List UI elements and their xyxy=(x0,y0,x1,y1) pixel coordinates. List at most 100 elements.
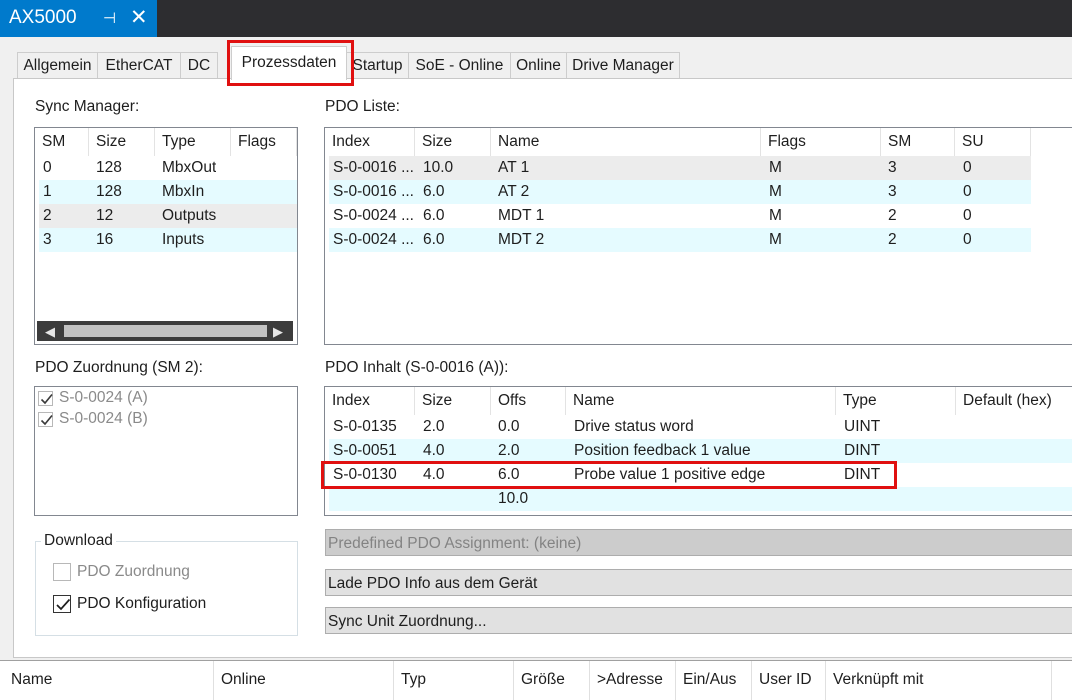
column-header-default-hex[interactable]: Default (hex) xyxy=(956,387,1072,415)
column-header-ein-aus[interactable]: Ein/Aus xyxy=(676,661,752,700)
download-pdo-zuordnung-checkbox[interactable] xyxy=(53,563,71,581)
column-header-type[interactable]: Type xyxy=(155,128,231,156)
column-header-name[interactable]: Name xyxy=(4,661,214,700)
cell-size: 6.0 xyxy=(423,207,445,224)
download-group-label: Download xyxy=(41,532,116,550)
column-header-typ[interactable]: Typ xyxy=(394,661,514,700)
cell-index: S-0-0016 ... xyxy=(333,159,414,176)
sync-manager-header: SM Size Type Flags xyxy=(35,128,297,156)
variables-grid-header: Name Online Typ Größe >Adresse Ein/Aus U… xyxy=(0,660,1072,700)
table-row[interactable]: S-0-0024 ... 6.0 MDT 1 M 2 0 xyxy=(329,204,1031,228)
tab-drive-manager[interactable]: Drive Manager xyxy=(566,52,680,78)
column-header-sm[interactable]: SM xyxy=(881,128,955,156)
horizontal-scrollbar[interactable]: ◀ ▶ xyxy=(37,321,293,341)
pin-icon[interactable]: ⊣ xyxy=(103,9,116,27)
pdo-liste-list[interactable]: Index Size Name Flags SM SU S-0-0016 ...… xyxy=(324,127,1072,345)
column-header-name[interactable]: Name xyxy=(566,387,836,415)
cell-name: Drive status word xyxy=(574,418,694,435)
table-row-selected[interactable]: 2 12 Outputs xyxy=(39,204,297,228)
cell-type: Outputs xyxy=(162,207,217,224)
cell-sm: 2 xyxy=(888,207,897,224)
column-header-type[interactable]: Type xyxy=(836,387,956,415)
cell-type: Inputs xyxy=(162,231,205,248)
cell-size: 12 xyxy=(96,207,114,224)
pdo-zuordnung-a-checkbox[interactable] xyxy=(38,391,53,406)
tab-prozessdaten[interactable]: Prozessdaten xyxy=(231,46,347,80)
tab-startup[interactable]: Startup xyxy=(346,52,409,78)
cell-size: 6.0 xyxy=(423,231,445,248)
cell-index: S-0-0024 ... xyxy=(333,207,414,224)
checkmark-icon xyxy=(56,598,71,611)
cell-name: Probe value 1 positive edge xyxy=(574,466,766,483)
column-header-size[interactable]: Size xyxy=(415,128,491,156)
column-header-sm[interactable]: SM xyxy=(35,128,89,156)
download-pdo-konfiguration-label: PDO Konfiguration xyxy=(77,595,207,612)
column-header-offs[interactable]: Offs xyxy=(491,387,566,415)
cell-size: 128 xyxy=(96,159,122,176)
cell-su: 0 xyxy=(963,183,972,200)
cell-index: S-0-0016 ... xyxy=(333,183,414,200)
table-row[interactable]: S-0-0130 4.0 6.0 Probe value 1 positive … xyxy=(329,463,1072,487)
column-header-size[interactable]: Size xyxy=(415,387,491,415)
cell-sm: 2 xyxy=(888,231,897,248)
cell-su: 0 xyxy=(963,159,972,176)
column-header-size[interactable]: Size xyxy=(89,128,155,156)
sync-manager-label: Sync Manager: xyxy=(35,98,140,115)
table-row[interactable]: S-0-0135 2.0 0.0 Drive status word UINT xyxy=(329,415,1072,439)
pdo-liste-header: Index Size Name Flags SM SU xyxy=(325,128,1072,156)
document-tab-bar xyxy=(0,0,1072,37)
predefined-pdo-assignment-button[interactable]: Predefined PDO Assignment: (keine) xyxy=(325,529,1072,556)
scroll-left-icon[interactable]: ◀ xyxy=(45,324,55,340)
cell-su: 0 xyxy=(963,207,972,224)
column-header-name[interactable]: Name xyxy=(491,128,761,156)
pdo-zuordnung-list[interactable]: S-0-0024 (A) S-0-0024 (B) xyxy=(34,386,298,516)
tab-ethercat[interactable]: EtherCAT xyxy=(97,52,181,78)
lade-pdo-info-button[interactable]: Lade PDO Info aus dem Gerät xyxy=(325,569,1072,596)
cell-index: S-0-0024 ... xyxy=(333,231,414,248)
column-header-online[interactable]: Online xyxy=(214,661,394,700)
column-header-index[interactable]: Index xyxy=(325,128,415,156)
cell-sm: 1 xyxy=(43,183,52,200)
download-pdo-konfiguration-checkbox[interactable] xyxy=(53,595,71,613)
column-header-flags[interactable]: Flags xyxy=(761,128,881,156)
table-row[interactable]: 0 128 MbxOut xyxy=(39,156,297,180)
sync-unit-zuordnung-button[interactable]: Sync Unit Zuordnung... xyxy=(325,607,1072,634)
close-icon[interactable]: ✕ xyxy=(130,5,148,30)
table-row[interactable]: 10.0 xyxy=(329,487,1072,511)
pdo-zuordnung-label: PDO Zuordnung (SM 2): xyxy=(35,359,203,376)
cell-flags: M xyxy=(769,231,782,248)
table-row[interactable]: S-0-0051 4.0 2.0 Position feedback 1 val… xyxy=(329,439,1072,463)
column-header-index[interactable]: Index xyxy=(325,387,415,415)
cell-su: 0 xyxy=(963,231,972,248)
tab-allgemein[interactable]: Allgemein xyxy=(17,52,98,78)
document-tab-ax5000[interactable]: AX5000 ⊣ ✕ xyxy=(0,0,157,37)
table-row[interactable]: S-0-0016 ... 6.0 AT 2 M 3 0 xyxy=(329,180,1031,204)
column-header-verknuepft-mit[interactable]: Verknüpft mit xyxy=(826,661,1052,700)
table-row-selected[interactable]: S-0-0016 ... 10.0 AT 1 M 3 0 xyxy=(329,156,1031,180)
column-header-groesse[interactable]: Größe xyxy=(514,661,590,700)
table-row[interactable]: 1 128 MbxIn xyxy=(39,180,297,204)
tab-soe-online[interactable]: SoE - Online xyxy=(408,52,511,78)
table-row[interactable]: S-0-0024 ... 6.0 MDT 2 M 2 0 xyxy=(329,228,1031,252)
scroll-right-icon[interactable]: ▶ xyxy=(273,324,283,340)
pdo-zuordnung-b-checkbox[interactable] xyxy=(38,412,53,427)
column-header-flags[interactable]: Flags xyxy=(231,128,297,156)
cell-type: UINT xyxy=(844,418,881,435)
table-row[interactable]: 3 16 Inputs xyxy=(39,228,297,252)
column-header-user-id[interactable]: User ID xyxy=(752,661,826,700)
tab-dc[interactable]: DC xyxy=(180,52,218,78)
tab-online[interactable]: Online xyxy=(510,52,567,78)
scrollbar-thumb[interactable] xyxy=(64,325,267,337)
column-header-su[interactable]: SU xyxy=(955,128,1031,156)
pdo-zuordnung-a-label: S-0-0024 (A) xyxy=(59,389,148,406)
checkmark-icon xyxy=(40,393,53,405)
cell-index: S-0-0135 xyxy=(333,418,397,435)
column-header-adresse[interactable]: >Adresse xyxy=(590,661,676,700)
sync-manager-list[interactable]: SM Size Type Flags 0 128 MbxOut 1 128 Mb… xyxy=(34,127,298,345)
cell-flags: M xyxy=(769,159,782,176)
cell-type: MbxOut xyxy=(162,159,217,176)
pdo-inhalt-list[interactable]: Index Size Offs Name Type Default (hex) … xyxy=(324,386,1072,516)
download-pdo-zuordnung-label: PDO Zuordnung xyxy=(77,563,190,580)
cell-sm: 2 xyxy=(43,207,52,224)
cell-offs: 10.0 xyxy=(498,490,529,507)
